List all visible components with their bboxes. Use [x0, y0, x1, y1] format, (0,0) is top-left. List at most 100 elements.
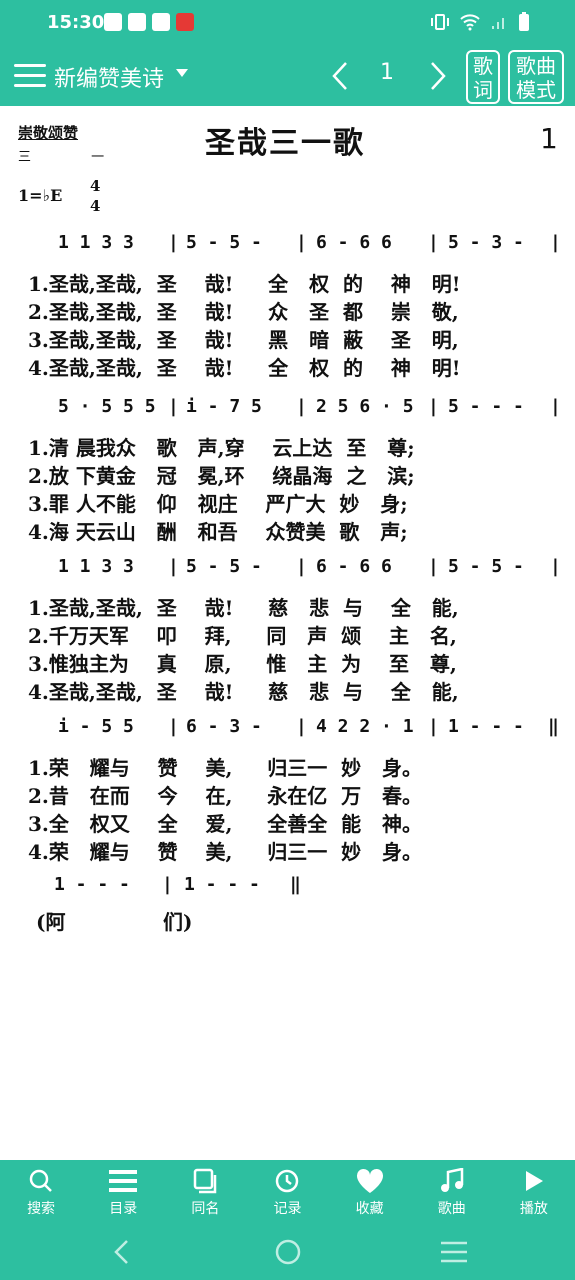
status-bar: 15:30: [0, 0, 575, 46]
heart-icon: [356, 1168, 383, 1193]
barline: |: [428, 396, 439, 417]
nav-label: 播放: [519, 1201, 548, 1217]
measure: 1 - - -: [54, 874, 130, 895]
wifi-icon: [460, 14, 480, 31]
lyric-line: 1.荣 耀与 赞 美, 归三一 妙 身。: [28, 756, 423, 780]
nav-label: 歌曲: [437, 1201, 466, 1217]
home-icon[interactable]: [274, 1238, 302, 1266]
notes-line: 1 - - - | 1 - - - ‖: [0, 874, 575, 904]
key-signature: 1=♭E: [18, 186, 63, 205]
copy-icon: [194, 1168, 217, 1194]
status-time: 15:30: [47, 12, 105, 33]
app-bar: 新编赞美诗 1 歌词 歌曲模式: [0, 46, 575, 106]
measure: 5 - - -: [448, 396, 524, 417]
measure: 4 2 2 · 1: [316, 716, 414, 737]
dropdown-caret-icon[interactable]: [176, 69, 188, 77]
time-signature: 4 4: [90, 176, 100, 216]
next-page-icon[interactable]: [428, 60, 448, 92]
notes-line: 1 1 3 3 | 5 - 5 - | 6 - 6 6 | 5 - 5 - |: [0, 556, 575, 586]
barline: |: [428, 716, 439, 737]
barline: |: [168, 556, 179, 577]
category-label: 崇敬颂赞: [18, 124, 79, 142]
app-icon: [176, 13, 194, 31]
time-signature-top: 4: [90, 177, 101, 195]
measure: 1 1 3 3: [58, 556, 134, 577]
back-icon[interactable]: [112, 1238, 132, 1266]
measure: 5 · 5 5 5: [58, 396, 156, 417]
lyric-line: 3.罪 人不能 仰 视庄 严广大 妙 身;: [28, 492, 408, 516]
nav-history[interactable]: 记录: [246, 1160, 328, 1224]
final-barline: ‖: [290, 874, 301, 895]
nav-label: 目录: [109, 1201, 138, 1217]
history-icon: [276, 1169, 299, 1193]
music-note-icon: [440, 1168, 464, 1192]
song-number: 1: [540, 122, 558, 155]
barline: |: [550, 232, 561, 253]
barline: |: [550, 396, 561, 417]
nav-label: 同名: [191, 1201, 220, 1217]
measure: 5 - 3 -: [448, 232, 524, 253]
nav-favorites[interactable]: 收藏: [329, 1160, 411, 1224]
measure: 5 - 5 -: [448, 556, 524, 577]
nav-songs[interactable]: 歌曲: [411, 1160, 493, 1224]
recent-apps-icon[interactable]: [440, 1240, 468, 1264]
lyric-line: 3.圣哉,圣哉, 圣 哉! 黑 暗 蔽 圣 明,: [28, 328, 459, 352]
lyric-line: 4.荣 耀与 赞 美, 归三一 妙 身。: [28, 840, 423, 864]
lyrics-button[interactable]: 歌词: [466, 50, 500, 104]
battery-icon: [519, 12, 529, 31]
barline: |: [162, 874, 173, 895]
barline: |: [550, 556, 561, 577]
nav-search[interactable]: 搜索: [0, 1160, 82, 1224]
lyric-line: 2.昔 在而 今 在, 永在亿 万 春。: [28, 784, 423, 808]
hymnal-title[interactable]: 新编赞美诗: [54, 61, 164, 93]
barline: |: [428, 556, 439, 577]
measure: 5 - 5 -: [186, 556, 262, 577]
lyric-line: 4.海 天云山 酬 和吾 众赞美 歌 声;: [28, 520, 408, 544]
nav-label: 收藏: [355, 1201, 384, 1217]
measure: 1 1 3 3: [58, 232, 134, 253]
clock-icon: [128, 13, 146, 31]
notes-line: 1 1 3 3 | 5 - 5 - | 6 - 6 6 | 5 - 3 - |: [0, 232, 575, 262]
nav-same-name[interactable]: 同名: [164, 1160, 246, 1224]
mail-icon: [104, 13, 122, 31]
song-mode-button[interactable]: 歌曲模式: [508, 50, 564, 104]
amen-lyric: (阿 们): [36, 910, 193, 934]
category-number: 三 一: [18, 150, 133, 165]
lyric-line: 1.清 晨我众 歌 声,穿 云上达 至 尊;: [28, 436, 415, 460]
nav-catalog[interactable]: 目录: [82, 1160, 164, 1224]
lyric-line: 2.圣哉,圣哉, 圣 哉! 众 圣 都 崇 敬,: [28, 300, 459, 324]
barline: |: [168, 232, 179, 253]
previous-page-icon[interactable]: [330, 60, 350, 92]
list-icon: [109, 1170, 138, 1192]
system-navigation-bar: [0, 1224, 575, 1280]
measure: 2 5 6 · 5: [316, 396, 414, 417]
lyric-line: 3.全 权又 全 爱, 全善全 能 神。: [28, 812, 423, 836]
vibrate-icon: [431, 14, 449, 30]
notification-icons: [104, 13, 194, 31]
time-signature-bottom: 4: [90, 197, 101, 215]
final-barline: ‖: [548, 716, 559, 737]
lyric-line: 1.圣哉,圣哉, 圣 哉! 全 权 的 神 明!: [28, 272, 461, 296]
barline: |: [296, 396, 307, 417]
nav-play[interactable]: 播放: [493, 1160, 575, 1224]
measure: i - 5 5: [58, 716, 134, 737]
barline: |: [296, 716, 307, 737]
bottom-navigation: 搜索 目录 同名 记录 收藏 歌曲 播放: [0, 1160, 575, 1224]
notes-line: i - 5 5 | 6 - 3 - | 4 2 2 · 1 | 1 - - - …: [0, 716, 575, 746]
app-icon: [152, 13, 170, 31]
barline: |: [428, 232, 439, 253]
hamburger-icon[interactable]: [14, 64, 46, 88]
lyric-line: 4.圣哉,圣哉, 圣 哉! 慈 悲 与 全 能,: [28, 680, 459, 704]
lyric-line: 1.圣哉,圣哉, 圣 哉! 慈 悲 与 全 能,: [28, 596, 459, 620]
measure: 5 - 5 -: [186, 232, 262, 253]
song-title: 圣哉三一歌: [205, 126, 365, 161]
measure: 1 - - -: [184, 874, 260, 895]
search-icon: [29, 1169, 52, 1192]
barline: |: [168, 396, 179, 417]
measure: 6 - 6 6: [316, 232, 392, 253]
signal-icon: [492, 18, 504, 29]
measure: 1 - - -: [448, 716, 524, 737]
notes-line: 5 · 5 5 5 | i - 7 5 | 2 5 6 · 5 | 5 - - …: [0, 396, 575, 426]
lyric-line: 2.千万天军 叩 拜, 同 声 颂 主 名,: [28, 624, 457, 648]
measure: 6 - 6 6: [316, 556, 392, 577]
